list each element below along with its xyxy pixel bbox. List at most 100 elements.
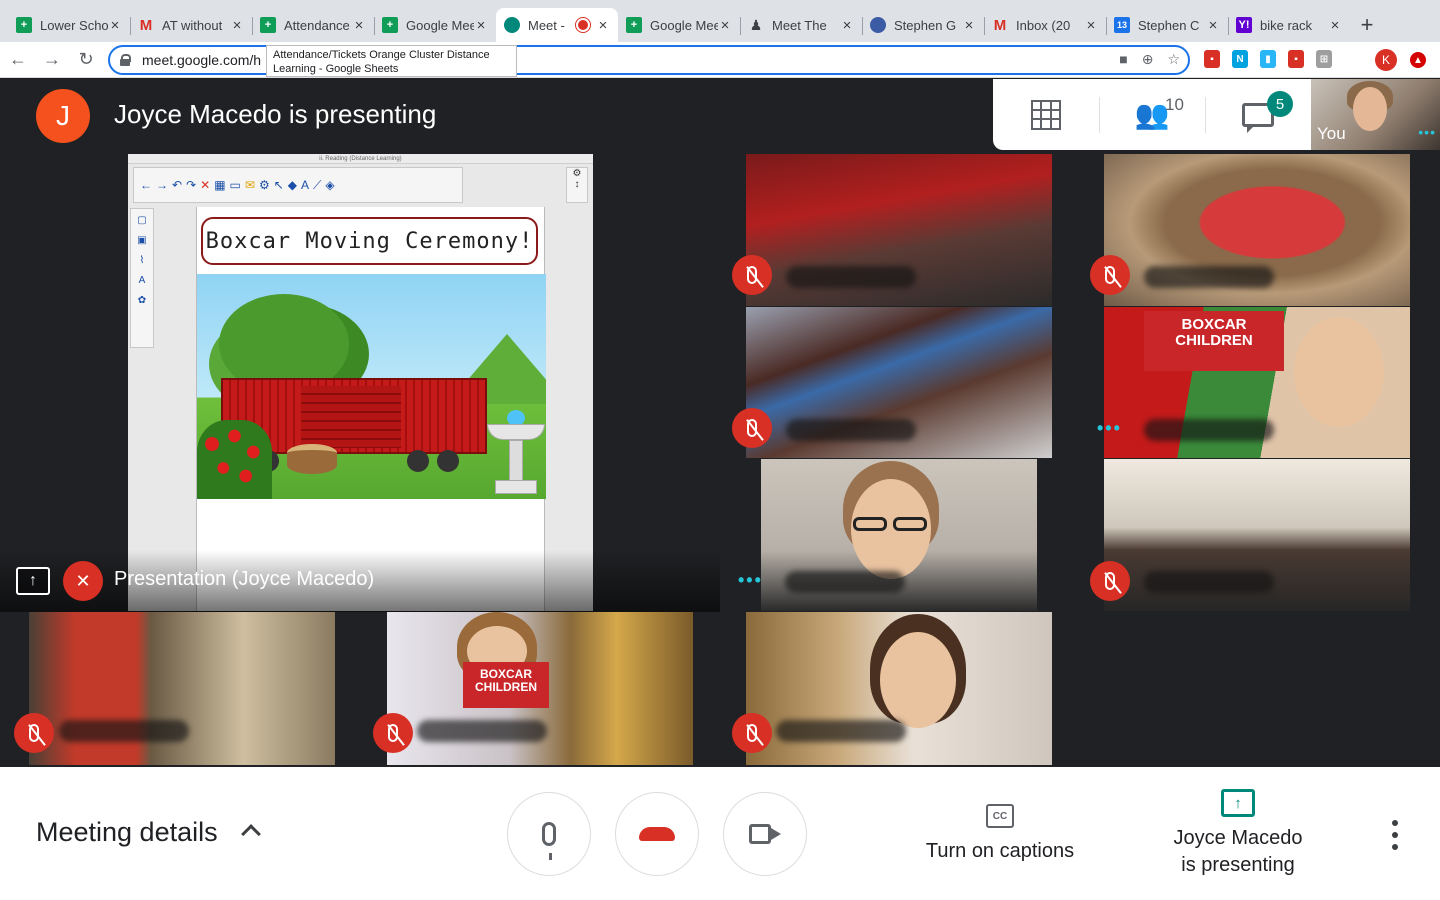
forward-arrow-icon[interactable]: → — [36, 44, 68, 76]
close-icon[interactable]: × — [352, 17, 366, 34]
call-controls-bar: Meeting details CC Turn on captions ↑ Jo… — [0, 767, 1440, 900]
tab-meet-active[interactable]: Meet - × — [496, 8, 618, 42]
participant-tile[interactable] — [746, 307, 1052, 458]
tree-stump — [287, 444, 337, 474]
close-icon[interactable]: × — [962, 17, 976, 34]
close-icon[interactable]: × — [230, 17, 244, 34]
window-title: ii. Reading (Distance Learning) — [128, 154, 593, 164]
tab-stephen-1[interactable]: Stephen G × — [862, 8, 984, 42]
back-arrow-icon[interactable]: ← — [2, 44, 34, 76]
participant-face — [880, 632, 956, 728]
tab-bike-rack[interactable]: Y! bike rack × — [1228, 8, 1350, 42]
speaking-indicator: ••• — [738, 570, 763, 590]
camera-button[interactable] — [723, 792, 807, 876]
microphone-icon — [542, 822, 556, 860]
fountain-base — [495, 480, 537, 494]
captions-button[interactable]: Turn on captions — [920, 840, 1080, 863]
fountain-stem — [509, 440, 523, 482]
close-icon[interactable]: × — [840, 17, 854, 34]
participants-button[interactable]: 👥 10 — [1099, 79, 1205, 150]
present-screen-icon[interactable]: ↑ — [1221, 789, 1255, 817]
close-icon[interactable]: × — [596, 17, 610, 34]
more-options-icon[interactable] — [1390, 820, 1400, 850]
side-panel: ▢ ▣ ⌇ A ✿ — [130, 208, 154, 348]
tab-inbox[interactable]: M Inbox (20 × — [984, 8, 1106, 42]
muted-mic-icon — [373, 713, 413, 753]
tab-attendance[interactable]: + Attendance × — [252, 8, 374, 42]
back-arrow-icon: ← — [140, 178, 152, 192]
meet-icon — [504, 17, 520, 33]
boxcar-scene — [197, 274, 546, 499]
glasses — [893, 517, 927, 531]
participant-tile[interactable]: BOXCAR CHILDREN — [1104, 307, 1410, 458]
participant-tile[interactable] — [746, 154, 1052, 306]
shape-icon: ◆ — [287, 178, 297, 192]
tab-meet-the[interactable]: ♟ Meet The × — [740, 8, 862, 42]
tab-lower-school[interactable]: + Lower School × — [8, 8, 130, 42]
person-icon: ♟ — [749, 16, 763, 33]
meeting-details-button[interactable]: Meeting details — [36, 817, 218, 848]
extension-icon[interactable]: ▪ — [1204, 50, 1220, 68]
self-view-tile[interactable]: You ••• — [1311, 79, 1440, 150]
zoom-icon[interactable]: ⊕ — [1142, 51, 1154, 68]
present-screen-icon[interactable]: ↑ — [16, 567, 50, 595]
chevron-up-icon[interactable] — [241, 824, 261, 844]
participant-face — [1294, 317, 1384, 427]
extension-icon[interactable]: ▪ — [1288, 50, 1304, 68]
self-video — [1353, 87, 1387, 131]
tab-title: Google Meet — [650, 17, 718, 33]
close-icon[interactable]: × — [1206, 17, 1220, 34]
recording-icon — [578, 20, 588, 30]
microphone-button[interactable] — [507, 792, 591, 876]
close-icon[interactable]: × — [1084, 17, 1098, 34]
star-icon[interactable]: ☆ — [1167, 51, 1180, 68]
close-icon[interactable]: × — [718, 17, 732, 34]
globe-icon — [870, 17, 886, 33]
extension-icon[interactable]: ▲ — [1410, 52, 1426, 68]
participant-tile[interactable]: BOXCAR CHILDREN — [387, 612, 693, 765]
page-sorter-icon: ▢ — [137, 215, 147, 226]
extensions-grid-icon[interactable]: ⊞ — [1316, 50, 1332, 68]
camera-icon[interactable]: ■ — [1119, 51, 1127, 68]
reload-icon[interactable]: ↻ — [70, 44, 102, 76]
chat-button[interactable]: 5 — [1205, 79, 1311, 150]
slide-title: Boxcar Moving Ceremony! — [201, 217, 538, 265]
layout-button[interactable] — [993, 79, 1099, 150]
leave-call-button[interactable] — [615, 792, 699, 876]
lock-icon[interactable] — [120, 54, 131, 66]
captions-icon[interactable]: CC — [986, 804, 1014, 828]
tab-stephen-2[interactable]: 13 Stephen C × — [1106, 8, 1228, 42]
new-tab-button[interactable]: + — [1352, 8, 1382, 42]
tab-google-meet-2[interactable]: + Google Meet × — [618, 8, 740, 42]
tab-title: bike rack — [1260, 17, 1313, 33]
book-cover: BOXCAR CHILDREN — [463, 662, 549, 708]
self-label: You — [1317, 124, 1346, 143]
presenting-status-button[interactable]: Joyce Macedo is presenting — [1150, 825, 1326, 879]
mic-off-glyph — [1105, 266, 1115, 284]
mic-off-glyph — [29, 724, 39, 742]
tab-title: Stephen C — [1138, 17, 1200, 33]
close-icon[interactable]: × — [1328, 17, 1342, 34]
participant-tile[interactable] — [29, 612, 335, 765]
close-icon[interactable]: × — [474, 17, 488, 34]
hang-up-icon — [639, 827, 675, 841]
tab-title: Meet - — [528, 17, 565, 33]
mic-off-glyph — [388, 724, 398, 742]
extension-icon[interactable]: ▮ — [1260, 50, 1276, 68]
muted-mic-icon — [1090, 255, 1130, 295]
participant-tile[interactable] — [1104, 459, 1410, 611]
tab-google-meet-1[interactable]: + Google Meet × — [374, 8, 496, 42]
profile-avatar[interactable]: K — [1375, 49, 1397, 71]
extension-icon[interactable]: N — [1232, 50, 1248, 68]
tab-at-without[interactable]: M AT without × — [130, 8, 252, 42]
participant-tile[interactable] — [1104, 154, 1410, 306]
tab-title: AT without — [162, 17, 223, 33]
flower-bush — [197, 420, 272, 499]
close-icon[interactable]: × — [108, 17, 122, 34]
chat-badge: 5 — [1267, 91, 1293, 117]
presentation-tile[interactable]: ii. Reading (Distance Learning) ← → ↶ ↷ … — [128, 154, 593, 611]
participant-tile[interactable] — [761, 459, 1037, 611]
participant-tile[interactable] — [746, 612, 1052, 765]
gallery-icon: ▣ — [137, 235, 147, 246]
more-options-dots[interactable]: ••• — [1418, 124, 1436, 140]
